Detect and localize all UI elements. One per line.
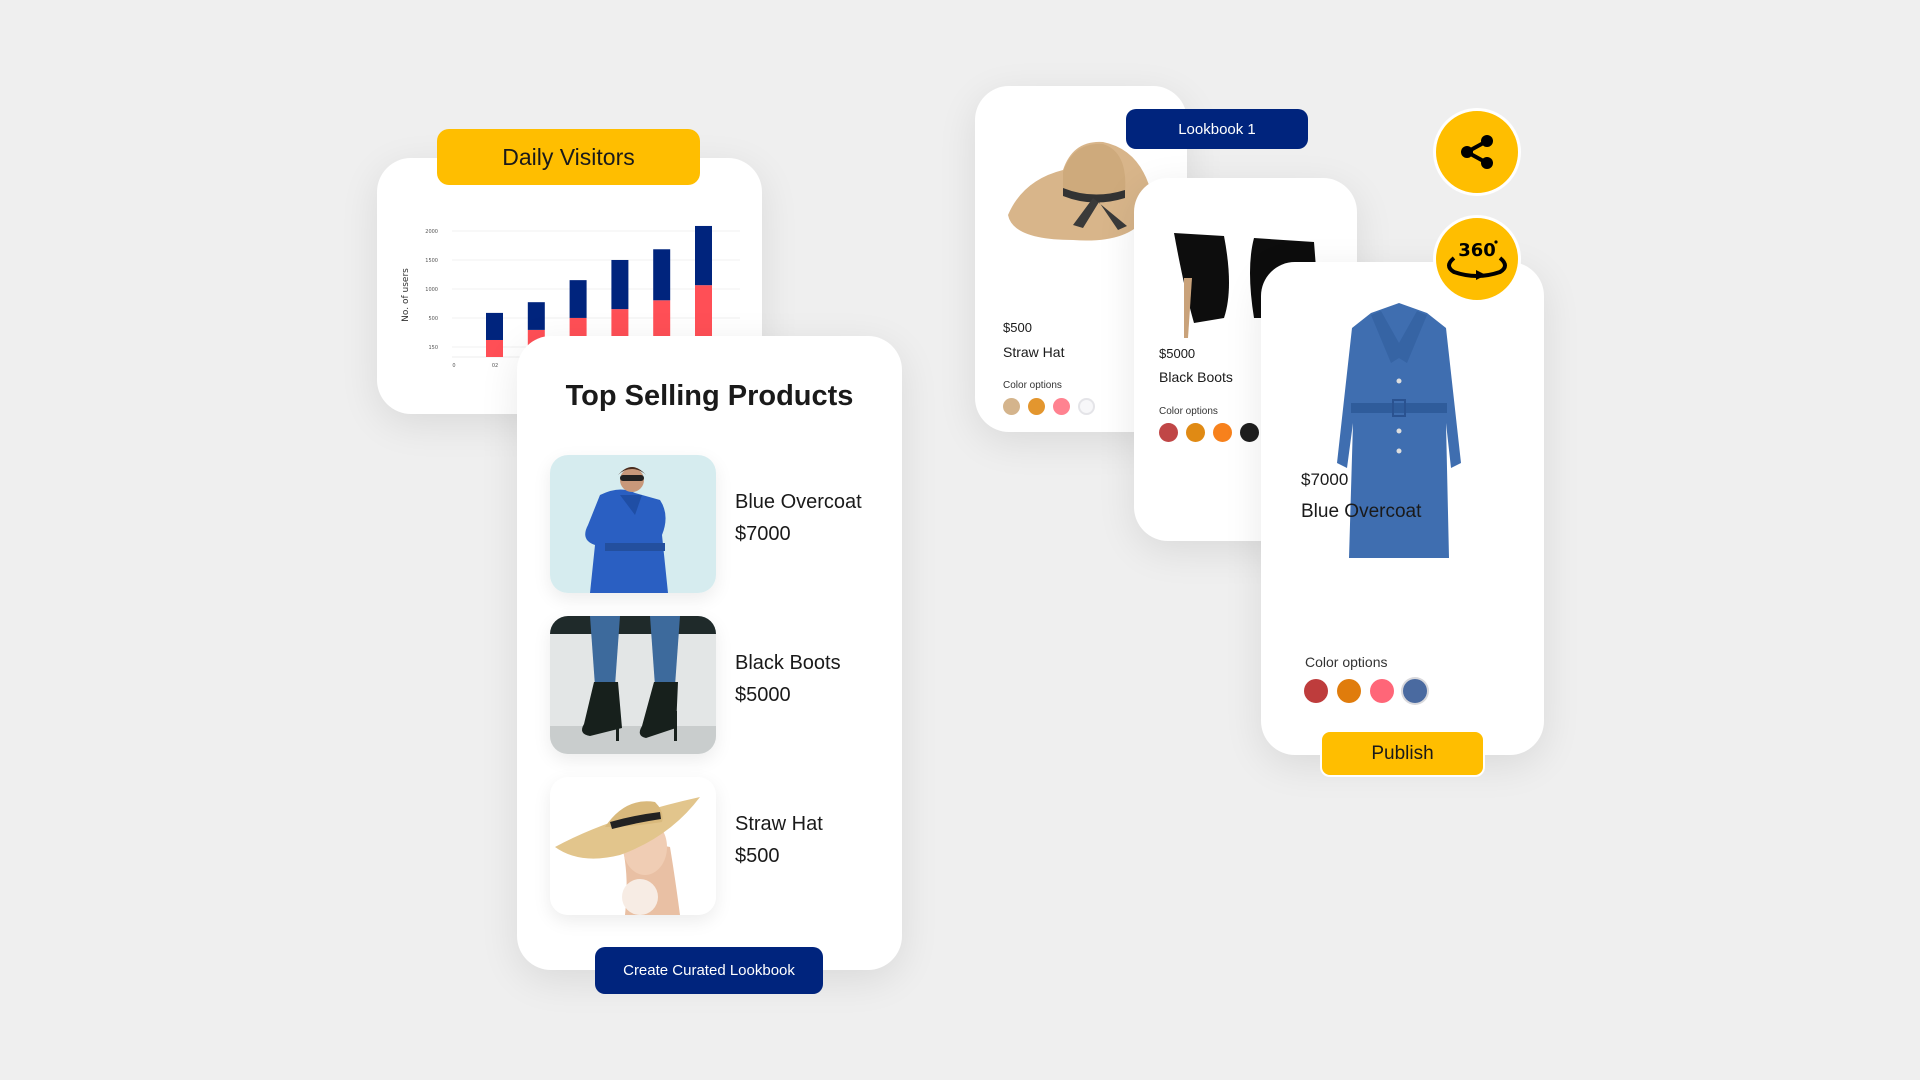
bar-segment-navy — [569, 280, 587, 318]
blue-overcoat-image — [1337, 303, 1461, 558]
y-axis-label: No. of users — [401, 268, 411, 322]
color-swatch[interactable] — [1186, 423, 1205, 442]
product-row-hat[interactable]: Straw Hat $500 — [550, 777, 890, 915]
bar-segment-navy — [527, 302, 545, 330]
create-curated-lookbook-button[interactable]: Create Curated Lookbook — [595, 947, 823, 994]
bar-segment-navy — [695, 225, 712, 286]
color-options-label: Color options — [1305, 654, 1388, 670]
y-tick-label: 150 — [428, 345, 438, 351]
color-swatch[interactable] — [1213, 423, 1232, 442]
top-selling-card: Top Selling Products Blue Overcoat $7000 — [517, 336, 902, 970]
bar-segment-navy — [611, 259, 629, 310]
color-swatch[interactable] — [1403, 679, 1427, 703]
color-swatches — [1003, 398, 1095, 415]
product-row-boots[interactable]: Black Boots $5000 — [550, 616, 890, 754]
360-view-icon: 360 — [1447, 240, 1507, 280]
overcoat-photo — [550, 455, 716, 593]
y-tick-label: 2000 — [425, 229, 438, 235]
bar-segment-red — [486, 339, 503, 357]
top-selling-title: Top Selling Products — [565, 380, 854, 412]
color-swatch[interactable] — [1053, 398, 1070, 415]
color-swatch[interactable] — [1370, 679, 1394, 703]
svg-text:360: 360 — [1458, 240, 1496, 261]
x-tick-label: 0 — [452, 363, 455, 369]
360-view-button[interactable]: 360 — [1433, 215, 1521, 303]
share-icon — [1461, 135, 1493, 169]
boots-photo — [550, 616, 716, 754]
color-swatch[interactable] — [1003, 398, 1020, 415]
lookbook-item-overcoat[interactable]: $7000 Blue Overcoat Color options — [1261, 262, 1544, 755]
bar-segment-navy — [486, 312, 503, 340]
y-tick-label: 1000 — [425, 287, 438, 293]
color-swatch[interactable] — [1240, 423, 1259, 442]
hat-photo — [550, 777, 716, 915]
color-swatch[interactable] — [1304, 679, 1328, 703]
bar-segment-navy — [653, 249, 671, 301]
publish-button[interactable]: Publish — [1320, 730, 1485, 777]
lookbook-label: Lookbook 1 — [1126, 109, 1308, 149]
color-swatch[interactable] — [1337, 679, 1361, 703]
y-tick-label: 1500 — [425, 258, 438, 264]
x-tick-label: 02 — [492, 363, 498, 369]
y-tick-label: 500 — [428, 316, 438, 322]
daily-visitors-title: Daily Visitors — [437, 129, 700, 185]
color-swatch[interactable] — [1078, 398, 1095, 415]
color-swatches — [1159, 423, 1259, 442]
share-button[interactable] — [1433, 108, 1521, 196]
color-swatches — [1304, 679, 1427, 703]
product-row-overcoat[interactable]: Blue Overcoat $7000 — [550, 455, 890, 593]
color-swatch[interactable] — [1159, 423, 1178, 442]
color-swatch[interactable] — [1028, 398, 1045, 415]
